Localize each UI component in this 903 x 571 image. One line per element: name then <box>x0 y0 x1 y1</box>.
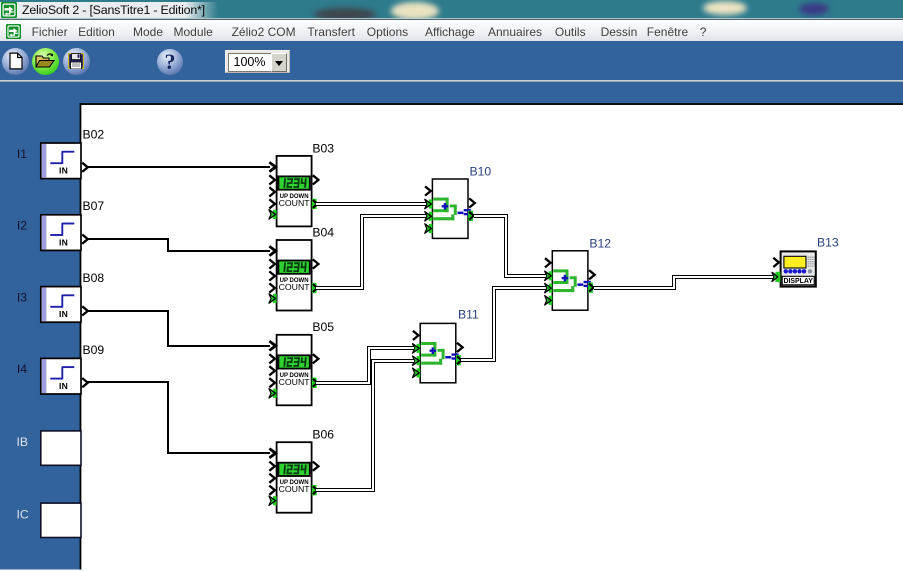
svg-text:B08: B08 <box>83 271 105 285</box>
svg-text:B02: B02 <box>83 127 105 141</box>
svg-text:B04: B04 <box>312 225 334 239</box>
svg-text:IN: IN <box>59 237 68 247</box>
svg-text:B11: B11 <box>458 308 479 322</box>
svg-text:B07: B07 <box>83 199 105 213</box>
svg-text:COUNT: COUNT <box>279 198 310 208</box>
svg-text:I1: I1 <box>17 147 27 161</box>
svg-text:DISPLAY: DISPLAY <box>783 276 813 285</box>
svg-text:B10: B10 <box>470 165 492 179</box>
svg-text:COUNT: COUNT <box>279 377 310 387</box>
svg-text:IN: IN <box>59 309 68 319</box>
svg-text:IB: IB <box>17 435 29 449</box>
svg-text:B05: B05 <box>312 320 334 334</box>
svg-text:I2: I2 <box>17 219 27 233</box>
svg-text:IN: IN <box>59 381 68 391</box>
svg-text:I3: I3 <box>17 290 27 304</box>
svg-text:B06: B06 <box>312 428 334 442</box>
svg-text:COUNT: COUNT <box>279 484 310 494</box>
svg-text:B12: B12 <box>589 236 611 250</box>
svg-text:B03: B03 <box>312 141 334 155</box>
svg-text:B09: B09 <box>83 343 105 357</box>
svg-text:I4: I4 <box>17 362 27 376</box>
svg-text:IC: IC <box>17 507 29 521</box>
svg-text:B13: B13 <box>817 236 839 250</box>
svg-text:IN: IN <box>59 166 68 176</box>
svg-text:COUNT: COUNT <box>279 282 310 292</box>
